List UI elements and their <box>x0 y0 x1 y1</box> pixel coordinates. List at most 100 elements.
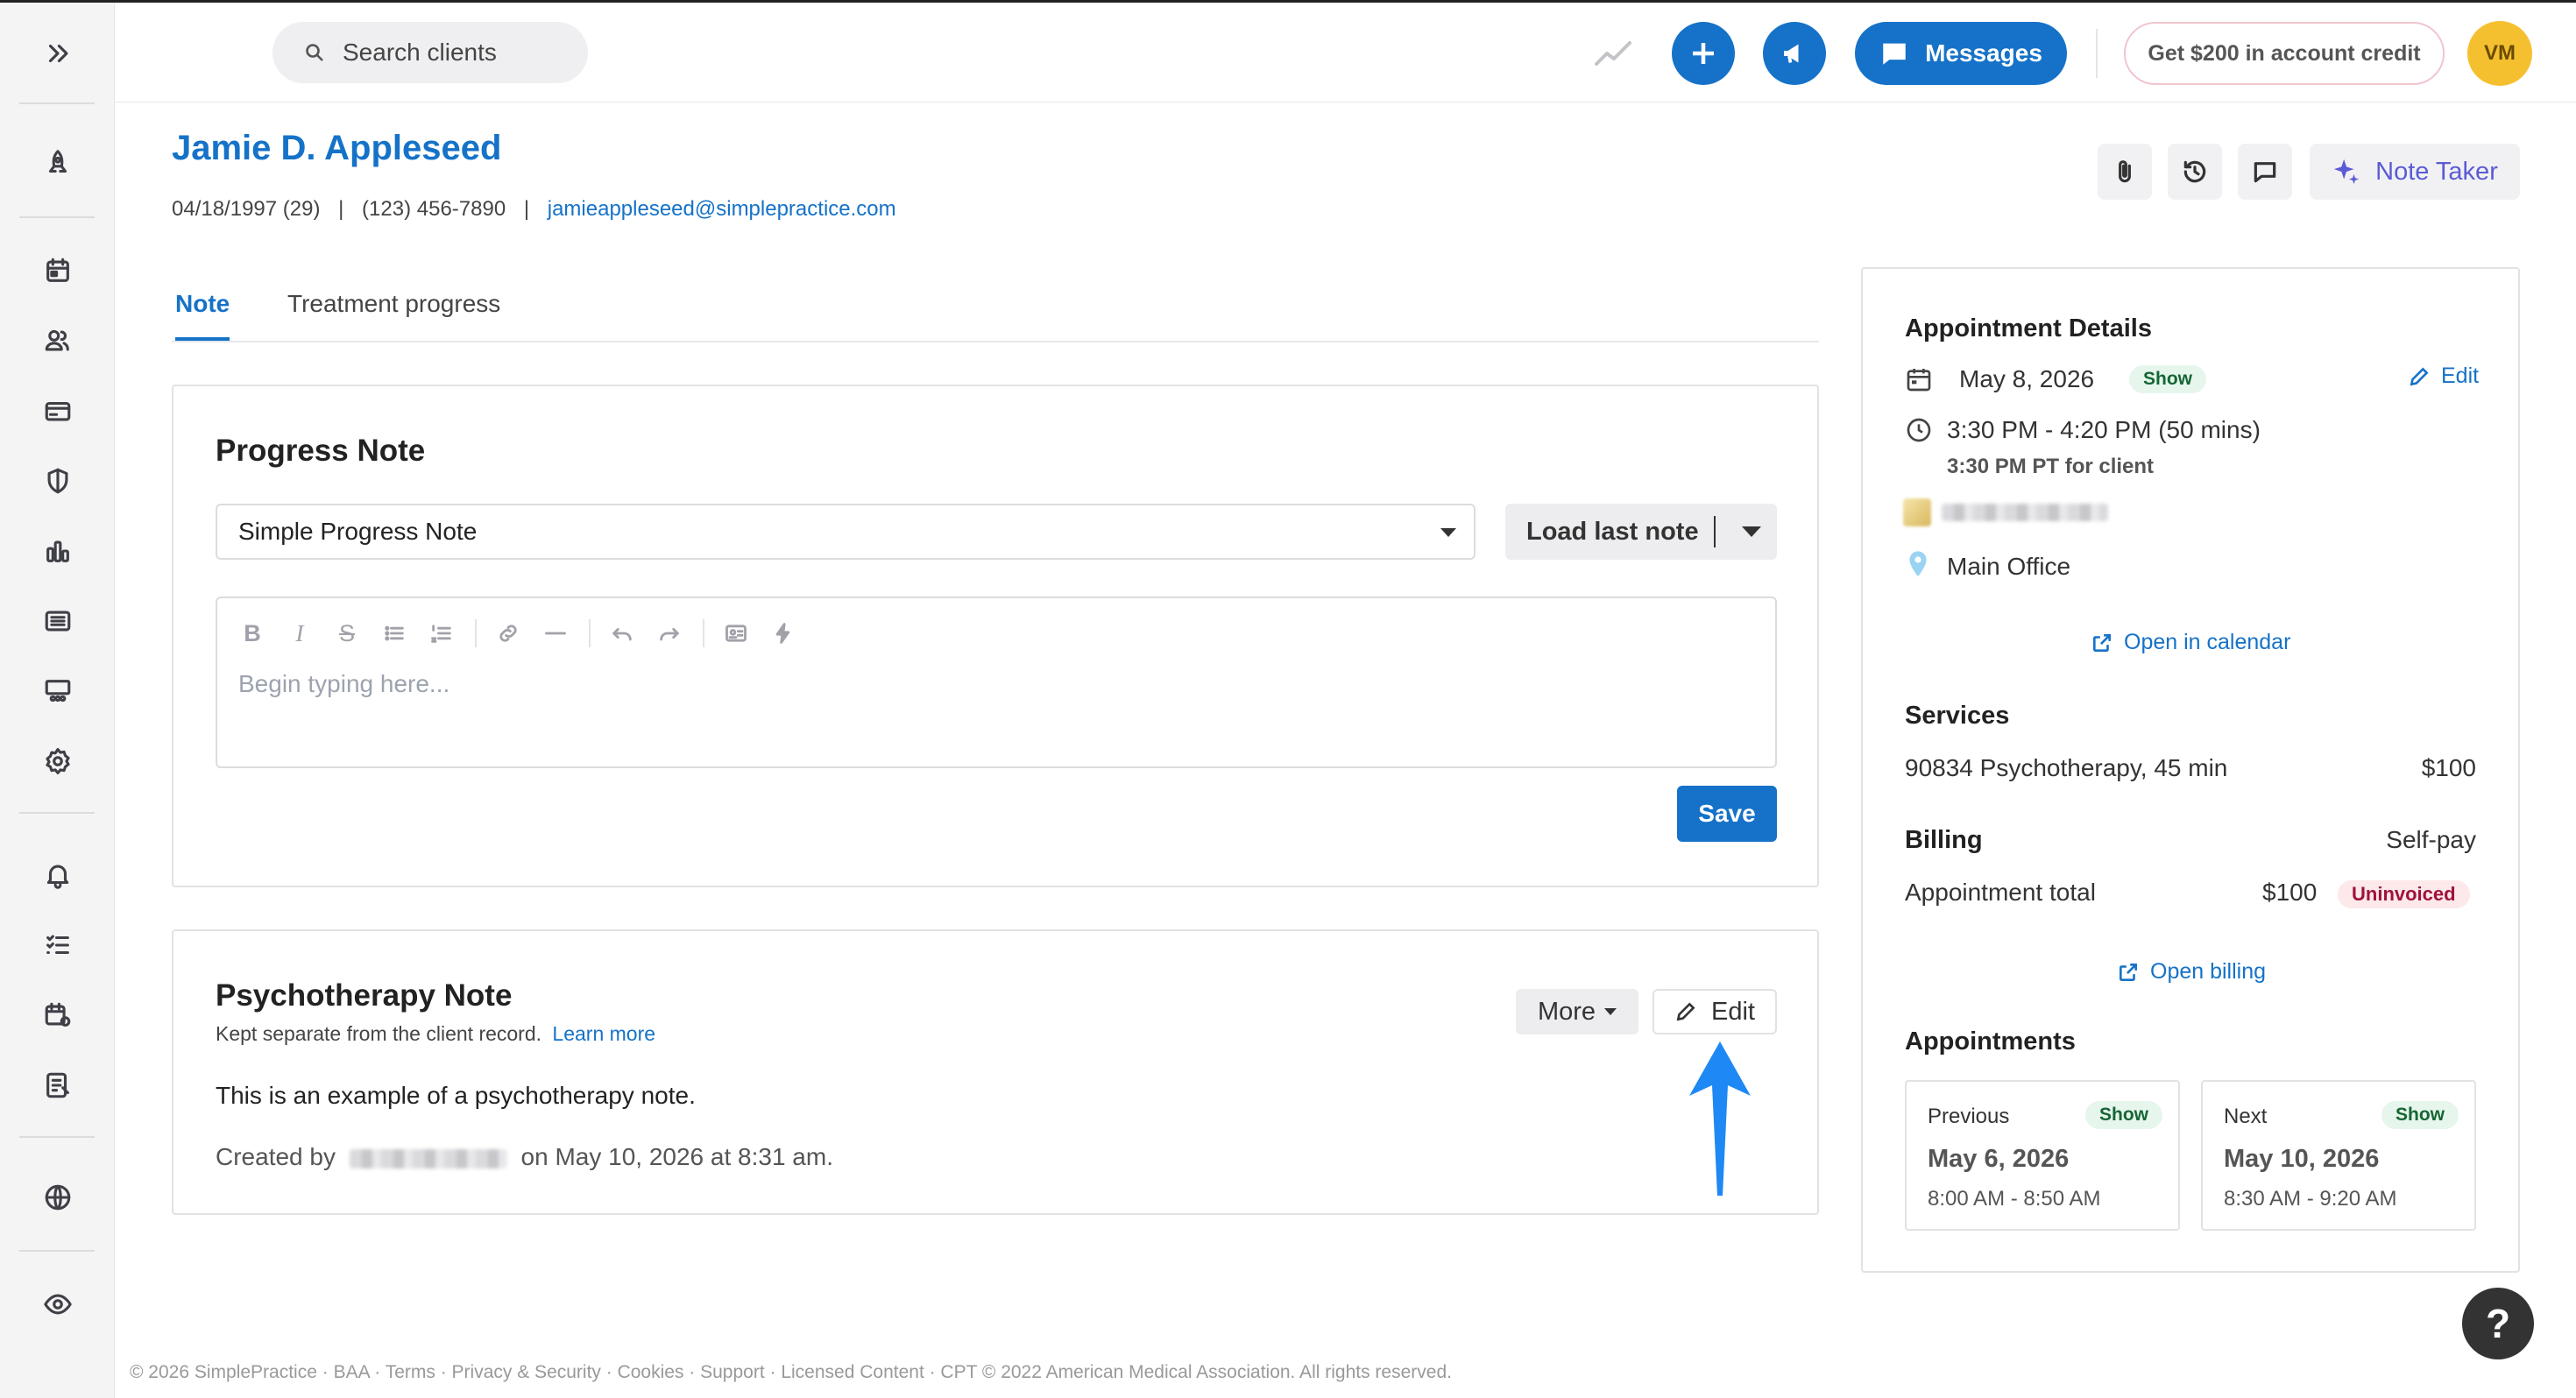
marketing-icon[interactable] <box>33 667 82 716</box>
lightning-icon[interactable] <box>766 616 801 651</box>
load-last-note-button[interactable]: Load last note <box>1505 504 1777 560</box>
rocket-icon[interactable] <box>33 139 82 188</box>
bell-icon[interactable] <box>33 851 82 900</box>
note-template-value: Simple Progress Note <box>238 518 478 545</box>
more-label: More <box>1537 997 1596 1026</box>
messages-button[interactable]: Messages <box>1855 22 2067 85</box>
service-price: $100 <box>2421 754 2476 781</box>
service-name: 90834 Psychotherapy, 45 min <box>1905 754 2228 781</box>
chevron-down-icon <box>1604 1008 1617 1015</box>
next-date: May 10, 2026 <box>2224 1145 2380 1173</box>
redo-icon[interactable] <box>652 616 687 651</box>
appointment-location: Main Office <box>1947 553 2071 580</box>
more-dropdown-button[interactable]: More <box>1516 989 1638 1034</box>
undo-icon[interactable] <box>605 616 640 651</box>
progress-note-title: Progress Note <box>216 434 426 468</box>
active-tab-indicator <box>175 337 230 341</box>
plus-icon <box>1693 43 1714 64</box>
appointment-time: 3:30 PM - 4:20 PM (50 mins) <box>1947 416 2261 443</box>
link-icon[interactable] <box>491 616 526 651</box>
created-suffix: on May 10, 2026 at 8:31 am. <box>520 1143 833 1170</box>
attachments-button[interactable] <box>2098 144 2152 200</box>
client-meta: 04/18/1997 (29) | (123) 456-7890 | jamie… <box>172 197 896 221</box>
bullet-list-icon[interactable] <box>377 616 412 651</box>
note-editor[interactable]: B I S Begin typing here... <box>216 597 1777 768</box>
calendar-settings-icon[interactable] <box>33 991 82 1040</box>
client-name[interactable]: Jamie D. Appleseed <box>172 129 501 168</box>
billing-type: Self-pay <box>2386 826 2476 853</box>
horizontal-rule-icon[interactable] <box>538 616 573 651</box>
note-tabs: Note Treatment progress <box>172 281 1819 342</box>
open-billing-link[interactable]: Open billing <box>2117 959 2266 985</box>
client-phone: (123) 456-7890 <box>362 197 506 221</box>
strikethrough-icon[interactable]: S <box>329 616 364 651</box>
bold-icon[interactable]: B <box>235 616 270 651</box>
open-in-calendar-label: Open in calendar <box>2124 630 2291 654</box>
smart-field-icon[interactable] <box>718 616 754 651</box>
search-input[interactable]: Search clients <box>272 22 588 83</box>
psychotherapy-note-title: Psychotherapy Note <box>216 978 513 1013</box>
comments-button[interactable] <box>2238 144 2292 200</box>
billing-icon[interactable] <box>33 386 82 435</box>
expand-icon[interactable] <box>33 29 82 78</box>
external-link-icon <box>2093 633 2111 652</box>
edit-appointment-label: Edit <box>2441 364 2480 388</box>
globe-icon[interactable] <box>33 1173 82 1222</box>
location-pin-icon <box>1909 551 1927 577</box>
italic-icon[interactable]: I <box>282 616 317 651</box>
comment-icon <box>2254 162 2276 183</box>
reports-icon[interactable] <box>33 1061 82 1110</box>
help-button[interactable]: ? <box>2462 1288 2534 1359</box>
external-link-icon <box>2120 963 2137 981</box>
billing-heading: Billing <box>1905 826 1983 854</box>
avatar-initials: VM <box>2484 41 2516 65</box>
clients-icon[interactable] <box>33 316 82 365</box>
settings-gear-icon[interactable] <box>33 737 82 786</box>
tab-note[interactable]: Note <box>175 290 230 318</box>
toolbar-divider <box>589 619 591 647</box>
insurance-shield-icon[interactable] <box>33 456 82 505</box>
eye-icon[interactable] <box>33 1280 82 1329</box>
account-credit-button[interactable]: Get $200 in account credit <box>2124 22 2445 85</box>
previous-label: Previous <box>1928 1105 2010 1128</box>
sidebar-divider <box>19 812 95 814</box>
appointment-details-heading: Appointment Details <box>1905 314 2152 342</box>
next-appointment-card[interactable]: Next Show May 10, 2026 8:30 AM - 9:20 AM <box>2201 1080 2476 1231</box>
next-label: Next <box>2224 1105 2268 1128</box>
history-button[interactable] <box>2168 144 2222 200</box>
appointments-heading: Appointments <box>1905 1027 2076 1056</box>
numbered-list-icon[interactable] <box>424 616 459 651</box>
edit-psychotherapy-note-button[interactable]: Edit <box>1652 989 1777 1034</box>
avatar[interactable]: VM <box>2467 21 2532 86</box>
analytics-icon[interactable] <box>33 526 82 575</box>
redacted-clinician-name <box>1942 504 2108 521</box>
appointment-details-panel: Appointment Details May 8, 2026 Show Edi… <box>1861 267 2520 1273</box>
client-email-link[interactable]: jamieappleseed@simplepractice.com <box>548 197 896 221</box>
save-button[interactable]: Save <box>1677 786 1777 842</box>
next-time: 8:30 AM - 9:20 AM <box>2224 1187 2397 1211</box>
open-in-calendar-link[interactable]: Open in calendar <box>2091 630 2290 655</box>
note-taker-button[interactable]: Note Taker <box>2310 144 2520 200</box>
psychotherapy-note-subtitle: Kept separate from the client record. Le… <box>216 1022 655 1046</box>
trend-chart-icon[interactable] <box>1595 39 1631 67</box>
announcements-button[interactable] <box>1763 22 1826 85</box>
previous-date: May 6, 2026 <box>1928 1145 2070 1173</box>
previous-appointment-card[interactable]: Previous Show May 6, 2026 8:00 AM - 8:50… <box>1905 1080 2180 1231</box>
note-template-select[interactable]: Simple Progress Note <box>216 504 1476 560</box>
sparkle-icon <box>2333 159 2360 185</box>
learn-more-link[interactable]: Learn more <box>552 1022 655 1045</box>
status-badge: Show <box>2381 1101 2459 1129</box>
client-dob: 04/18/1997 (29) <box>172 197 321 221</box>
appointment-total-label: Appointment total <box>1905 879 2096 906</box>
edit-appointment-link[interactable]: Edit <box>2408 364 2479 389</box>
chevron-down-icon[interactable] <box>1742 526 1761 537</box>
tasks-icon[interactable] <box>33 921 82 970</box>
add-button[interactable] <box>1672 22 1735 85</box>
tab-treatment-progress[interactable]: Treatment progress <box>287 290 500 318</box>
annotation-arrow-icon <box>1689 1041 1751 1196</box>
psychotherapy-note-body: This is an example of a psychotherapy no… <box>216 1082 696 1109</box>
footer-links[interactable]: © 2026 SimplePractice · BAA · Terms · Pr… <box>130 1362 1452 1383</box>
created-by-line: Created by on May 10, 2026 at 8:31 am. <box>216 1143 833 1171</box>
calendar-icon[interactable] <box>33 246 82 295</box>
documents-icon[interactable] <box>33 597 82 646</box>
